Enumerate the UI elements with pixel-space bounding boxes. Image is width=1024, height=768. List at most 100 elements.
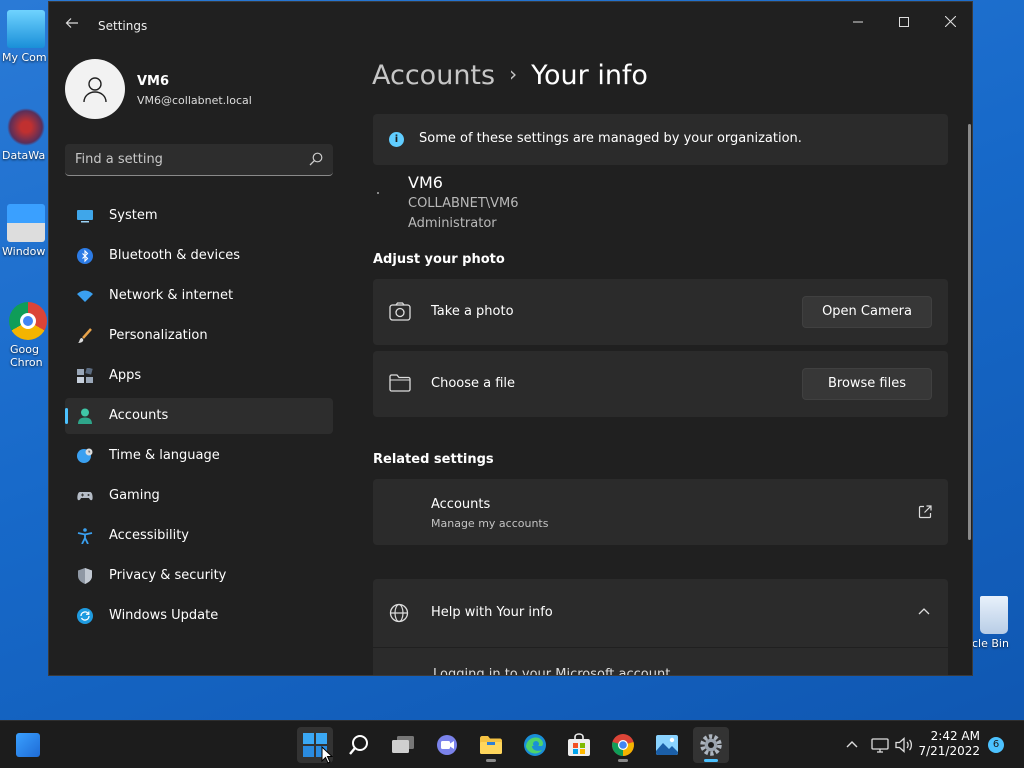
help-title: Help with Your info (431, 605, 553, 620)
chrome-button[interactable] (605, 727, 641, 763)
accessibility-icon (77, 528, 93, 544)
windows-setup-icon (7, 204, 45, 242)
sidebar-item-apps[interactable]: Apps (65, 358, 333, 394)
clock-date: 7/21/2022 (918, 744, 980, 758)
browse-files-button[interactable]: Browse files (802, 368, 932, 400)
sidebar-item-label: Network & internet (109, 288, 234, 303)
sidebar-item-time-language[interactable]: Time & language (65, 438, 333, 474)
choose-file-row: Choose a file Browse files (373, 351, 948, 417)
network-icon[interactable] (871, 737, 889, 753)
help-expander[interactable]: Help with Your info (373, 579, 948, 647)
search-input[interactable]: Find a setting (65, 144, 333, 176)
related-accounts-title: Accounts (431, 497, 491, 512)
gear-icon (700, 734, 722, 756)
back-button[interactable] (61, 14, 83, 36)
help-link-microsoft-account[interactable]: Logging in to your Microsoft account (433, 667, 670, 675)
external-link-icon (918, 505, 932, 519)
system-clock[interactable]: 2:42 AM 7/21/2022 (918, 729, 980, 759)
user-name: VM6 (408, 173, 443, 192)
sidebar-item-system[interactable]: System (65, 198, 333, 234)
maximize-button[interactable] (881, 8, 927, 38)
sidebar-item-gaming[interactable]: Gaming (65, 478, 333, 514)
monitor-icon (77, 210, 93, 223)
settings-app-button[interactable] (693, 727, 729, 763)
sidebar-item-accounts[interactable]: Accounts (65, 398, 333, 434)
edge-browser-icon (524, 734, 546, 756)
folder-icon (389, 374, 411, 392)
camera-icon (389, 302, 411, 321)
brush-icon (78, 328, 92, 343)
sidebar-item-personalization[interactable]: Personalization (65, 318, 333, 354)
breadcrumb-parent[interactable]: Accounts (372, 60, 495, 91)
sidebar-item-network[interactable]: Network & internet (65, 278, 333, 314)
file-explorer-button[interactable] (473, 727, 509, 763)
shield-icon (78, 568, 92, 584)
sidebar-item-label: Apps (109, 368, 142, 383)
info-bar-text: Some of these settings are managed by yo… (419, 131, 802, 146)
take-photo-label: Take a photo (431, 304, 514, 319)
globe-clock-icon (77, 448, 93, 463)
sidebar-item-windows-update[interactable]: Windows Update (65, 598, 333, 634)
taskbar: 2:42 AM 7/21/2022 6 (0, 720, 1024, 768)
wifi-icon (77, 290, 93, 302)
active-app-indicator (704, 759, 718, 762)
active-indicator (65, 408, 68, 424)
title-bar: Settings (49, 2, 972, 50)
globe-icon (389, 603, 409, 623)
monitor-icon (7, 10, 45, 48)
chevron-up-icon[interactable] (846, 740, 858, 748)
notification-badge[interactable]: 6 (988, 737, 1004, 753)
taskbar-search-button[interactable] (341, 727, 377, 763)
minimize-button[interactable] (835, 8, 881, 38)
maximize-icon (899, 17, 909, 27)
photos-icon (656, 735, 678, 755)
back-arrow-icon (65, 18, 78, 28)
profile-name: VM6 (137, 74, 170, 89)
edge-button[interactable] (517, 727, 553, 763)
related-settings-heading: Related settings (373, 452, 494, 467)
minimize-icon (853, 21, 863, 23)
sidebar-item-label: Privacy & security (109, 568, 227, 583)
desktop-icon-label: cle Bin (972, 637, 1009, 650)
sidebar-item-privacy[interactable]: Privacy & security (65, 558, 333, 594)
widgets-icon[interactable] (16, 733, 40, 757)
sidebar-item-accessibility[interactable]: Accessibility (65, 518, 333, 554)
sidebar-item-label: Windows Update (109, 608, 219, 623)
chrome-icon (9, 302, 47, 340)
running-indicator (486, 759, 496, 762)
related-accounts-link[interactable]: Accounts Manage my accounts (373, 479, 948, 545)
related-accounts-subtitle: Manage my accounts (431, 517, 549, 530)
update-icon (77, 608, 93, 624)
teams-chat-button[interactable] (429, 727, 465, 763)
take-photo-row: Take a photo Open Camera (373, 279, 948, 345)
content-scrollbar[interactable] (968, 124, 971, 540)
gamepad-icon (77, 492, 93, 501)
person-icon (78, 408, 92, 424)
store-button[interactable] (561, 727, 597, 763)
adjust-photo-heading: Adjust your photo (373, 252, 505, 267)
sidebar-item-label: Accounts (109, 408, 169, 423)
user-domain-account: COLLABNET\VM6 (408, 196, 519, 211)
sidebar-item-label: System (109, 208, 158, 223)
open-camera-button[interactable]: Open Camera (802, 296, 932, 328)
settings-window: Settings VM6 VM6@collabnet.local Find a … (48, 1, 973, 676)
sidebar-item-bluetooth[interactable]: Bluetooth & devices (65, 238, 333, 274)
avatar[interactable] (65, 59, 125, 119)
breadcrumb: Accounts › Your info (372, 60, 648, 91)
store-icon (568, 733, 590, 756)
recycle-bin-icon (980, 596, 1008, 634)
folder-icon (480, 736, 502, 754)
photos-button[interactable] (649, 727, 685, 763)
close-button[interactable] (927, 8, 972, 38)
mouse-cursor-icon (321, 746, 333, 764)
desktop-icon-label: Goog Chron (10, 343, 43, 369)
desktop-icon-recycle-bin[interactable]: cle Bin (964, 596, 1024, 650)
task-view-button[interactable] (385, 727, 421, 763)
user-picture (377, 192, 379, 194)
profile-email: VM6@collabnet.local (137, 94, 252, 107)
user-role: Administrator (408, 216, 497, 231)
search-icon (349, 735, 368, 755)
organization-info-bar: i Some of these settings are managed by … (373, 114, 948, 165)
running-indicator (618, 759, 628, 762)
volume-icon[interactable] (895, 737, 913, 753)
